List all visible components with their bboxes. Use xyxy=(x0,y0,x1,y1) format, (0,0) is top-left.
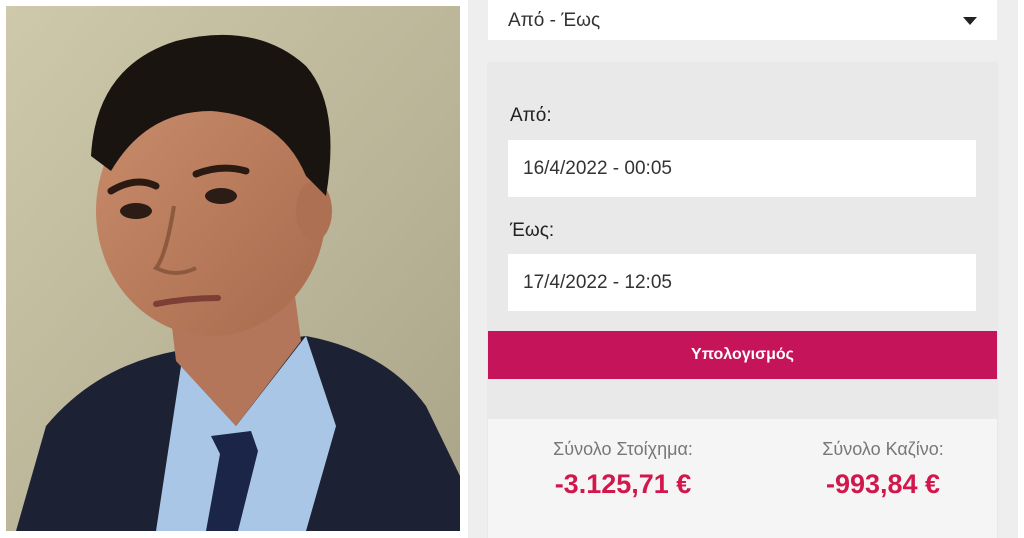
betting-calculator-panel: Από - Έως Από: 16/4/2022 - 00:05 Έως: 17… xyxy=(468,0,1018,538)
betting-total-label: Σύνολο Στοίχημα: xyxy=(553,439,693,459)
portrait-illustration xyxy=(6,6,460,531)
from-date-field[interactable]: 16/4/2022 - 00:05 xyxy=(508,140,976,197)
totals-section: Σύνολο Στοίχημα: -3.125,71 € Σύνολο Καζί… xyxy=(488,419,997,538)
calculator-card: Από: 16/4/2022 - 00:05 Έως: 17/4/2022 - … xyxy=(488,62,997,538)
portrait-photo xyxy=(6,6,460,531)
date-range-select-label: Από - Έως xyxy=(508,10,601,31)
calculate-button[interactable]: Υπολογισμός xyxy=(488,331,997,379)
casino-total-label: Σύνολο Καζίνο: xyxy=(822,439,944,459)
to-date-field[interactable]: 17/4/2022 - 12:05 xyxy=(508,254,976,311)
caret-down-icon[interactable] xyxy=(963,17,977,25)
to-label: Έως: xyxy=(510,220,555,241)
betting-total-value: -3.125,71 € xyxy=(554,469,692,499)
from-label: Από: xyxy=(510,105,552,126)
date-range-select[interactable]: Από - Έως xyxy=(488,0,997,40)
casino-total-value: -993,84 € xyxy=(825,469,941,499)
